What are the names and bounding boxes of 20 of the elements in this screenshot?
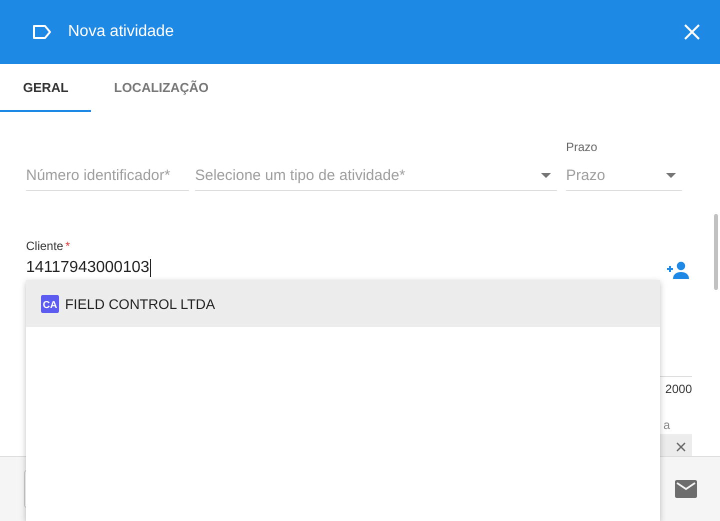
client-name: FIELD CONTROL LTDA xyxy=(65,296,216,312)
add-person-icon[interactable] xyxy=(666,261,690,279)
input-field[interactable]: Selecione um tipo de atividade* xyxy=(195,160,557,191)
tab[interactable]: LOCALIZAÇÃO xyxy=(91,64,232,112)
dialog-title: Nova atividade xyxy=(68,23,175,41)
client-badge: CA xyxy=(41,294,59,312)
suggestion-item[interactable]: CA FIELD CONTROL LTDA xyxy=(26,280,660,327)
character-counter: 2000 xyxy=(665,382,692,396)
input-field[interactable]: Número identificador* xyxy=(26,160,189,191)
tab[interactable]: GERAL xyxy=(0,64,91,112)
scrollbar[interactable] xyxy=(714,214,718,290)
dropdown-caret-icon[interactable] xyxy=(541,172,551,178)
label-icon xyxy=(32,24,52,40)
field-label: Cliente * xyxy=(26,239,72,253)
close-icon[interactable] xyxy=(676,442,686,452)
field-label: Prazo xyxy=(566,140,598,154)
mail-icon[interactable] xyxy=(675,480,697,498)
dropdown-caret-icon[interactable] xyxy=(666,172,676,178)
input-field[interactable]: Prazo xyxy=(566,160,682,191)
field-label: a xyxy=(663,418,670,432)
